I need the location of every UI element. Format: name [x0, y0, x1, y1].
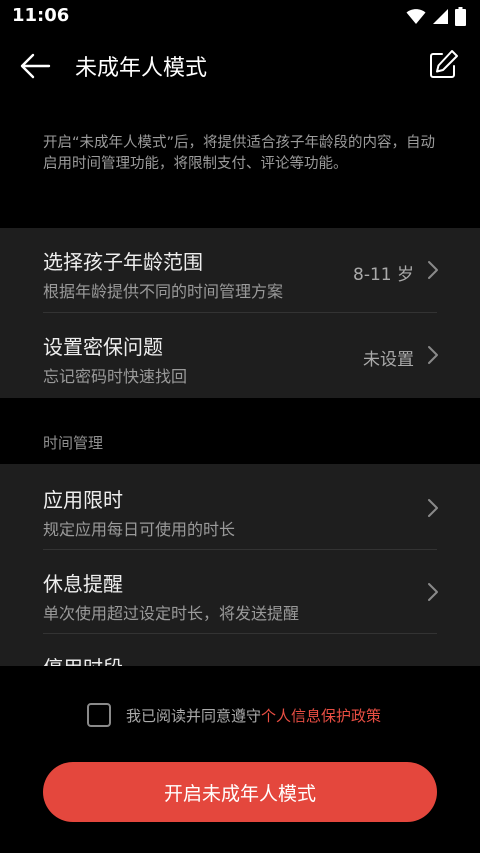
security-question-subtitle: 忘记密码时快速找回	[43, 367, 188, 386]
app-bar: 未成年人模式	[0, 34, 480, 98]
chevron-right-icon	[428, 499, 438, 517]
intro-description: 开启“未成年人模式”后，将提供适合孩子年龄段的内容，自动启用时间管理功能，将限制…	[43, 135, 436, 172]
age-range-subtitle: 根据年龄提供不同的时间管理方案	[43, 282, 284, 301]
consent-checkbox[interactable]	[87, 703, 111, 727]
app-time-limit-title: 应用限时	[43, 488, 123, 512]
screen: 11:06 未成年人模式 开启“未成年人模式”后，将提供适合孩子年龄段的内容，自…	[0, 0, 480, 853]
status-icons	[406, 7, 466, 26]
security-question-row[interactable]: 设置密保问题 忘记密码时快速找回 未设置	[0, 313, 480, 397]
app-time-limit-subtitle: 规定应用每日可使用的时长	[43, 520, 236, 539]
security-question-title: 设置密保问题	[43, 335, 163, 359]
section-label-time-management: 时间管理	[43, 434, 104, 452]
rest-reminder-title: 休息提醒	[43, 572, 123, 596]
edit-icon	[430, 50, 458, 78]
rest-reminder-subtitle: 单次使用超过设定时长，将发送提醒	[43, 604, 300, 623]
app-time-limit-row[interactable]: 应用限时 规定应用每日可使用的时长	[0, 466, 480, 550]
chevron-right-icon	[428, 583, 438, 601]
page-title: 未成年人模式	[75, 56, 208, 81]
settings-card: 选择孩子年龄范围 根据年龄提供不同的时间管理方案 8-11 岁 设置密保问题 忘…	[0, 228, 480, 398]
back-arrow-icon	[20, 53, 51, 79]
age-range-title: 选择孩子年龄范围	[43, 250, 203, 274]
chevron-right-icon	[428, 261, 438, 279]
consent-row: 我已阅读并同意遵守 个人信息保护政策	[87, 702, 381, 728]
downtime-title: 停用时段	[43, 652, 123, 666]
wifi-icon	[406, 9, 426, 24]
privacy-policy-link[interactable]: 个人信息保护政策	[261, 705, 381, 726]
time-management-card: 应用限时 规定应用每日可使用的时长 休息提醒 单次使用超过设定时长，将发送提醒 …	[0, 464, 480, 666]
enable-minor-mode-button[interactable]: 开启未成年人模式	[43, 762, 437, 822]
edit-button[interactable]	[426, 48, 460, 82]
status-time: 11:06	[12, 5, 70, 26]
rest-reminder-row[interactable]: 休息提醒 单次使用超过设定时长，将发送提醒	[0, 550, 480, 634]
downtime-row[interactable]: 停用时段	[0, 634, 480, 666]
battery-icon	[455, 7, 466, 26]
back-button[interactable]	[18, 48, 58, 84]
status-bar: 11:06	[0, 0, 480, 34]
consent-text: 我已阅读并同意遵守	[126, 706, 262, 725]
chevron-right-icon	[428, 346, 438, 364]
signal-icon	[433, 9, 448, 24]
security-question-value: 未设置	[363, 350, 414, 370]
age-range-row[interactable]: 选择孩子年龄范围 根据年龄提供不同的时间管理方案 8-11 岁	[0, 228, 480, 312]
age-range-value: 8-11 岁	[353, 265, 414, 285]
